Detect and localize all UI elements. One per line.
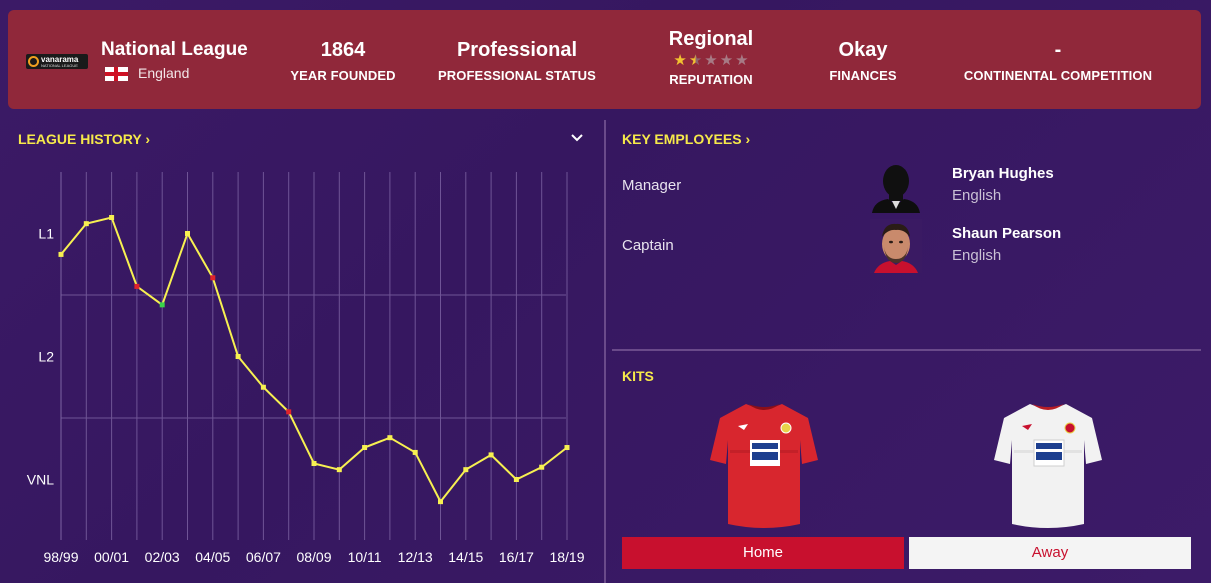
x-tick-label: 10/11 [348, 549, 382, 565]
season-point [336, 467, 342, 473]
star-empty-icon: ★ [719, 52, 734, 69]
season-point [185, 231, 190, 236]
away-kit-button[interactable]: Away [909, 537, 1191, 569]
employee-role-captain: Captain [622, 237, 674, 254]
season-point [286, 409, 292, 415]
professional-status-stat: Professional PROFESSIONAL STATUS [438, 39, 596, 83]
country-name[interactable]: England [138, 65, 189, 81]
season-point [438, 499, 443, 505]
away-kit-shirt[interactable] [992, 400, 1104, 528]
league-info-banner: vanarama NATIONAL LEAGUE National League… [8, 10, 1201, 109]
x-tick-label: 98/99 [43, 549, 78, 565]
y-tick-label: L1 [38, 226, 54, 242]
x-tick-label: 02/03 [145, 549, 180, 565]
season-point [159, 302, 165, 308]
manager-avatar[interactable] [870, 159, 922, 213]
finances-stat: Okay FINANCES [829, 39, 897, 83]
season-point [362, 445, 368, 451]
x-tick-label: 04/05 [195, 549, 230, 565]
captain-nationality: English [952, 247, 1002, 264]
x-tick-label: 08/09 [296, 549, 331, 565]
x-tick-label: 12/13 [398, 549, 433, 565]
league-history-chart: L1 L2 VNL 98/99 00/01 02/03 04/05 06/07 08/09 10/… [27, 172, 585, 565]
reputation-stars: ★ ★ ★ ★ ★ [656, 52, 766, 69]
season-point [564, 445, 570, 451]
season-point [58, 251, 64, 257]
season-point [539, 464, 545, 470]
league-name[interactable]: National League [101, 39, 248, 61]
season-point [235, 354, 241, 359]
season-point [109, 215, 115, 221]
star-icon: ★ [673, 52, 687, 69]
chevron-down-icon[interactable] [570, 132, 584, 146]
season-point [412, 449, 418, 455]
x-tick-label: 14/15 [448, 549, 483, 565]
league-logo: vanarama NATIONAL LEAGUE [26, 54, 88, 69]
y-tick-label: VNL [27, 472, 54, 488]
home-kit-shirt[interactable] [708, 400, 820, 528]
panel-divider [604, 120, 606, 583]
employee-role-manager: Manager [622, 177, 682, 194]
england-flag-icon [105, 67, 128, 81]
season-point [387, 435, 393, 441]
season-point [463, 467, 469, 473]
x-tick-label: 00/01 [94, 549, 129, 565]
key-employees-link[interactable]: KEY EMPLOYEES › [622, 131, 750, 147]
manager-nationality: English [952, 187, 1002, 204]
x-tick-label: 06/07 [246, 549, 281, 565]
season-point [488, 452, 494, 458]
league-history-link[interactable]: LEAGUE HISTORY › [18, 131, 150, 147]
y-tick-label: L2 [38, 349, 54, 365]
continental-competition-stat: - CONTINENTAL COMPETITION [963, 39, 1153, 83]
kits-title: KITS [622, 368, 654, 384]
season-point [210, 275, 216, 281]
season-point [134, 283, 140, 289]
season-point [260, 384, 266, 390]
reputation-stat: Regional ★ ★ ★ ★ ★ REPUTATION [656, 28, 766, 87]
section-divider [612, 349, 1201, 351]
captain-name[interactable]: Shaun Pearson [952, 225, 1061, 242]
x-tick-label: 16/17 [499, 549, 534, 565]
season-point [311, 461, 317, 467]
captain-avatar[interactable] [870, 219, 922, 273]
half-star-icon: ★ [688, 52, 703, 69]
star-empty-icon: ★ [735, 52, 749, 69]
home-kit-button[interactable]: Home [622, 537, 904, 569]
season-point [513, 477, 519, 482]
x-tick-label: 18/19 [549, 549, 584, 565]
season-point [83, 221, 89, 227]
manager-name[interactable]: Bryan Hughes [952, 165, 1054, 182]
year-founded-stat: 1864 YEAR FOUNDED [290, 39, 396, 83]
star-empty-icon: ★ [704, 52, 718, 69]
